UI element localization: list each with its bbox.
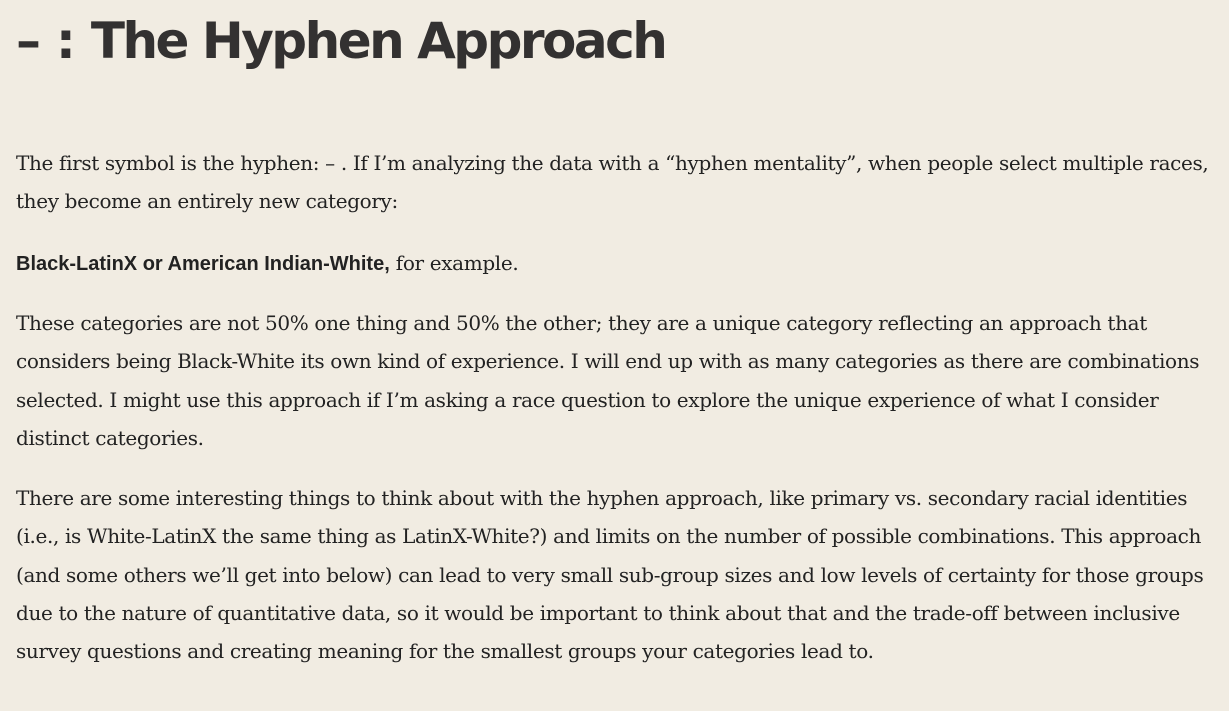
intro-paragraph: The first symbol is the hyphen: – . If I… [16, 151, 1209, 214]
example-rest-text: for example. [389, 251, 519, 275]
article-content: – : The Hyphen Approach The first symbol… [16, 0, 1221, 663]
example-bold-text: Black-LatinX or American Indian-White, [16, 253, 390, 275]
example-paragraph: Black-LatinX or American Indian-White, f… [16, 244, 1221, 283]
heading-title: The Hyphen Approach [90, 12, 668, 70]
heading-symbol: – [16, 12, 41, 70]
explanation-paragraph: These categories are not 50% one thing a… [16, 311, 1200, 450]
heading-separator: : [55, 12, 76, 70]
considerations-paragraph: There are some interesting things to thi… [16, 486, 1204, 664]
section-heading: – : The Hyphen Approach [16, 0, 1221, 76]
